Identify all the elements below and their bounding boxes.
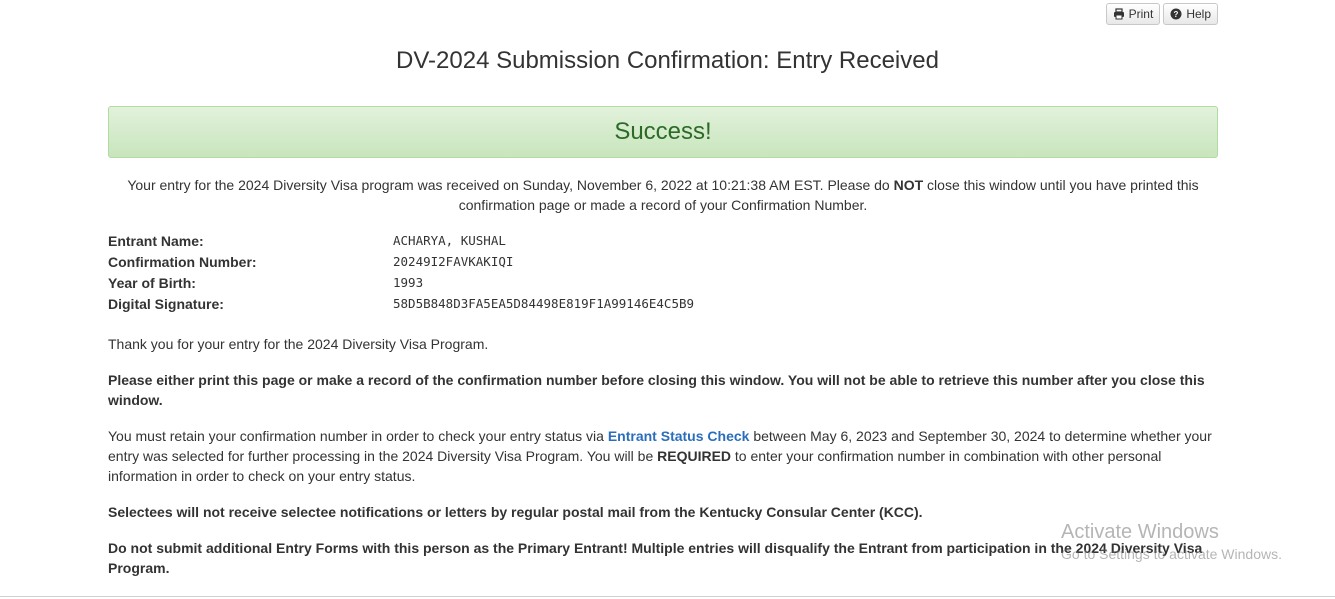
intro-emphasis: NOT [893,177,924,193]
multiple-entries-warning: Do not submit additional Entry Forms wit… [108,540,1203,576]
help-label: Help [1186,7,1211,21]
retain-text: You must retain your confirmation number… [108,426,1218,486]
intro-part1: Your entry for the 2024 Diversity Visa p… [127,177,894,193]
year-of-birth-value: 1993 [393,275,424,290]
printer-icon [1113,8,1124,20]
print-button[interactable]: Print [1105,3,1161,25]
retain-emphasis: REQUIRED [657,448,732,464]
detail-row-digital-signature: Digital Signature: 58D5B848D3FA5EA5D8449… [108,293,1218,314]
intro-text: Your entry for the 2024 Diversity Visa p… [108,175,1218,215]
question-circle-icon: ? [1170,8,1182,20]
detail-row-confirmation-number: Confirmation Number: 20249I2FAVKAKIQI [108,251,1218,272]
confirmation-number-value: 20249I2FAVKAKIQI [393,254,514,269]
print-label: Print [1128,7,1154,21]
page-bottom-divider [0,596,1335,597]
windows-activation-watermark: Activate Windows Go to Settings to activ… [1061,521,1282,562]
digital-signature-value: 58D5B848D3FA5EA5D84498E819F1A99146E4C5B9 [393,296,695,311]
selectees-notice: Selectees will not receive selectee noti… [108,504,923,520]
thanks-text: Thank you for your entry for the 2024 Di… [108,336,489,352]
svg-text:?: ? [1174,10,1179,19]
detail-row-year-of-birth: Year of Birth: 1993 [108,272,1218,293]
detail-label: Digital Signature: [108,295,224,312]
confirmation-page: Print ? Help DV-2024 Submission Confirma… [0,0,1335,599]
retain-part1: You must retain your confirmation number… [108,428,608,444]
detail-label: Entrant Name: [108,232,204,249]
entrant-name-value: ACHARYA, KUSHAL [393,233,506,248]
page-title: DV-2024 Submission Confirmation: Entry R… [396,47,939,74]
print-warning: Please either print this page or make a … [108,372,1205,408]
toolbar: Print ? Help [1105,3,1218,25]
watermark-title: Activate Windows [1061,521,1219,543]
watermark-subtitle: Go to Settings to activate Windows. [1061,546,1282,562]
detail-row-entrant-name: Entrant Name: ACHARYA, KUSHAL [108,230,1218,251]
detail-label: Year of Birth: [108,274,196,291]
entrant-details: Entrant Name: ACHARYA, KUSHAL Confirmati… [108,230,1218,314]
help-button[interactable]: ? Help [1163,3,1218,25]
entrant-status-check-link[interactable]: Entrant Status Check [608,428,750,444]
success-banner: Success! [108,106,1218,158]
detail-label: Confirmation Number: [108,253,257,270]
